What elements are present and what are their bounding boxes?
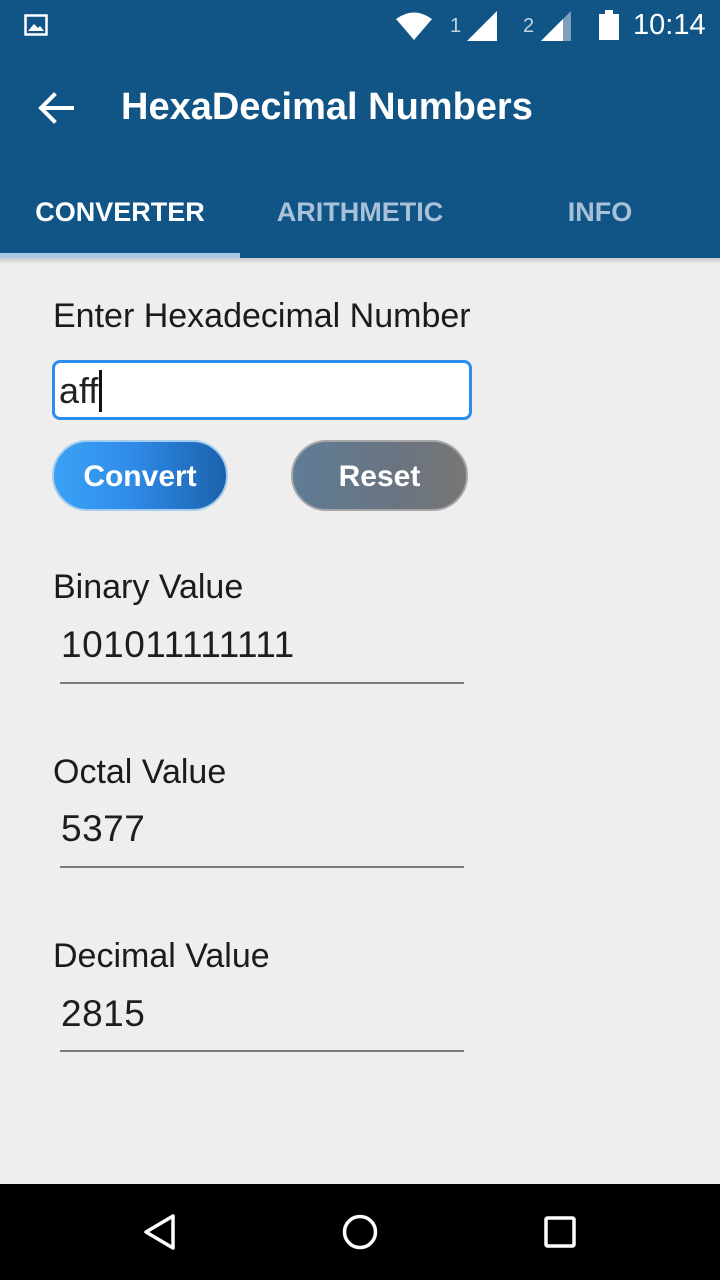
nav-recents-icon — [544, 1216, 576, 1248]
binary-underline — [60, 682, 464, 684]
nav-home-icon — [342, 1214, 378, 1250]
nav-back-icon — [144, 1214, 175, 1250]
wifi-icon — [396, 12, 432, 40]
status-time: 10:14 — [633, 9, 706, 41]
gallery-icon — [24, 14, 48, 36]
nav-back-button[interactable] — [136, 1208, 184, 1256]
app-title: HexaDecimal Numbers — [121, 86, 533, 128]
decimal-underline — [60, 1050, 464, 1052]
text-cursor — [99, 370, 103, 412]
navigation-bar — [0, 1184, 720, 1280]
signal-icon — [467, 11, 497, 41]
decimal-label: Decimal Value — [53, 937, 270, 975]
decimal-value-field[interactable]: 2815 — [61, 993, 145, 1035]
octal-underline — [60, 866, 464, 868]
octal-value-field[interactable]: 5377 — [61, 808, 145, 850]
app-bar: 1 2 10:14 HexaDecimal Numbers CONVERTER … — [0, 0, 720, 258]
signal-icon — [541, 11, 571, 41]
hex-input-value: aff — [59, 370, 99, 411]
arrow-left-icon — [38, 92, 74, 124]
nav-home-button[interactable] — [336, 1208, 384, 1256]
binary-label: Binary Value — [53, 568, 244, 606]
tab-info[interactable]: INFO — [480, 190, 720, 238]
sim1-label: 1 — [450, 15, 462, 37]
app-bar-shadow — [0, 258, 720, 264]
tab-converter[interactable]: CONVERTER — [0, 190, 240, 238]
binary-value-field[interactable]: 101011111111 — [61, 624, 295, 666]
octal-label: Octal Value — [53, 753, 227, 791]
battery-icon — [599, 10, 619, 40]
sim2-label: 2 — [523, 15, 535, 37]
hex-input-label: Enter Hexadecimal Number — [53, 297, 471, 335]
status-bar: 1 2 10:14 — [0, 0, 720, 52]
tab-arithmetic[interactable]: ARITHMETIC — [240, 190, 480, 238]
convert-button[interactable]: Convert — [52, 440, 228, 511]
back-button[interactable] — [34, 86, 78, 130]
hex-input[interactable]: aff — [52, 360, 472, 420]
nav-recents-button[interactable] — [536, 1208, 584, 1256]
reset-button[interactable]: Reset — [291, 440, 468, 511]
